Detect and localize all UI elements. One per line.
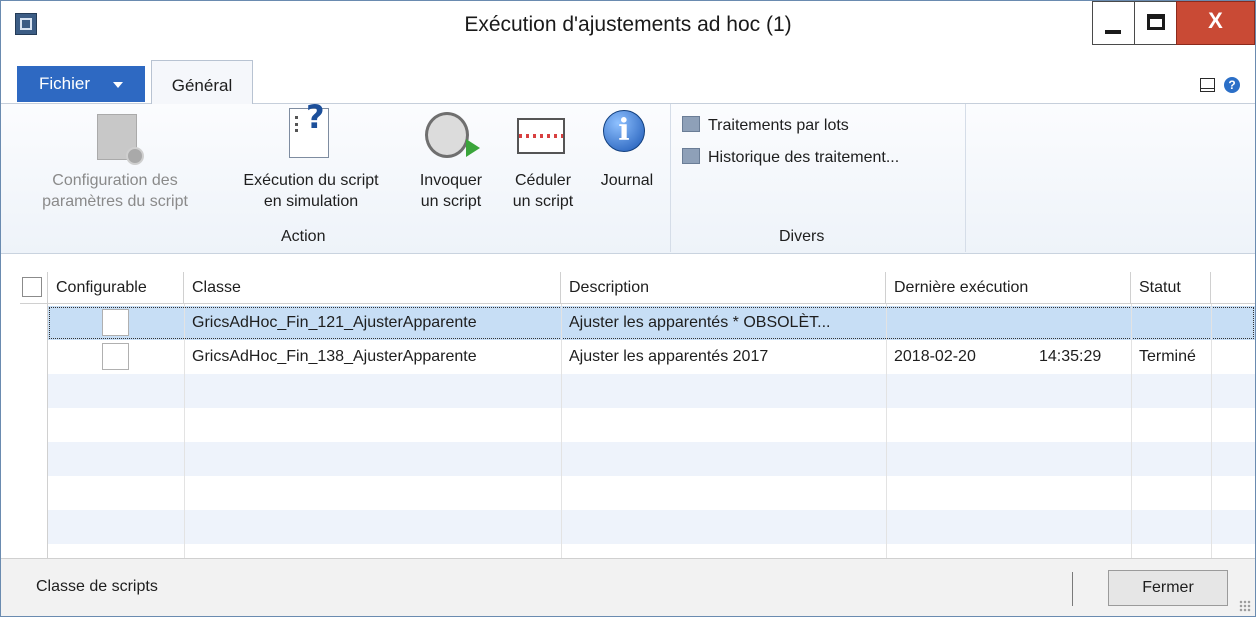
window-title: Exécution d'ajustements ad hoc (1) xyxy=(464,13,792,36)
empty-row xyxy=(48,510,1255,544)
journal-button[interactable]: Journal xyxy=(589,104,665,224)
main-window: Exécution d'ajustements ad hoc (1) X Fic… xyxy=(0,0,1256,617)
empty-row xyxy=(48,374,1255,408)
minimize-button[interactable] xyxy=(1092,1,1134,45)
configurable-checkbox[interactable] xyxy=(102,343,129,370)
tab-general[interactable]: Général xyxy=(151,60,253,105)
file-menu-label: Fichier xyxy=(39,74,91,93)
invoke-script-button[interactable]: Invoquer un script xyxy=(405,104,497,224)
cell-last-run-date: 2018-02-20 xyxy=(894,348,976,365)
maximize-button[interactable] xyxy=(1134,1,1176,45)
empty-row xyxy=(48,442,1255,476)
column-header-statut[interactable]: Statut xyxy=(1131,272,1211,304)
config-settings-icon xyxy=(97,114,144,165)
column-divider xyxy=(184,304,185,558)
ribbon-separator xyxy=(965,104,966,252)
invoke-label-1: Invoquer xyxy=(419,172,483,189)
fermer-button[interactable]: Fermer xyxy=(1108,570,1228,606)
ribbon-separator xyxy=(670,104,671,252)
column-header-description[interactable]: Description xyxy=(561,272,886,304)
action-group-label: Action xyxy=(281,228,326,245)
help-icon[interactable]: ? xyxy=(1224,77,1240,93)
status-bar: Classe de scripts Fermer xyxy=(1,558,1255,616)
resize-grip-icon[interactable] xyxy=(1239,600,1251,612)
calendar-icon xyxy=(517,118,565,154)
simulate-label-2: en simulation xyxy=(263,193,359,210)
title-bar: Exécution d'ajustements ad hoc (1) X xyxy=(1,1,1255,57)
cell-classe: GricsAdHoc_Fin_138_AjusterApparente xyxy=(192,348,477,365)
divers-group-label: Divers xyxy=(779,228,825,245)
menu-tab-strip: Fichier Général ? xyxy=(1,57,1255,105)
invoke-label-2: un script xyxy=(420,193,482,210)
script-config-label-2: paramètres du script xyxy=(42,193,188,210)
cell-classe: GricsAdHoc_Fin_121_AjusterApparente xyxy=(192,314,477,331)
configurable-checkbox[interactable] xyxy=(102,309,129,336)
column-header-configurable[interactable]: Configurable xyxy=(48,272,184,304)
schedule-script-button[interactable]: Céduler un script xyxy=(501,104,585,224)
schedule-label-2: un script xyxy=(512,193,574,210)
column-divider xyxy=(561,304,562,558)
batch-processing-label: Traitements par lots xyxy=(708,117,849,134)
app-icon[interactable] xyxy=(15,13,37,35)
cell-last-run-time: 14:35:29 xyxy=(1039,348,1102,365)
table-row[interactable]: GricsAdHoc_Fin_138_AjusterApparente Ajus… xyxy=(48,340,1255,374)
simulate-script-button[interactable]: Exécution du script en simulation xyxy=(225,104,397,224)
column-header-classe[interactable]: Classe xyxy=(184,272,561,304)
cell-description: Ajuster les apparentés * OBSOLÈT... xyxy=(569,314,831,331)
column-divider xyxy=(1211,304,1212,558)
panel-toggle-icon[interactable] xyxy=(1200,78,1215,92)
empty-row xyxy=(48,408,1255,442)
cell-statut: Terminé xyxy=(1139,348,1196,365)
cell-description: Ajuster les apparentés 2017 xyxy=(569,348,769,365)
file-menu-button[interactable]: Fichier xyxy=(17,66,145,102)
stopwatch-icon xyxy=(425,112,480,158)
close-window-button[interactable]: X xyxy=(1176,1,1255,45)
processing-history-label: Historique des traitement... xyxy=(708,149,900,166)
batch-processing-button[interactable]: Traitements par lots xyxy=(682,116,849,136)
checklist-question-icon xyxy=(289,107,329,158)
simulate-label-1: Exécution du script xyxy=(243,172,379,189)
script-config-label-1: Configuration des xyxy=(52,172,178,189)
batch-icon xyxy=(682,116,700,132)
ribbon: Configuration des paramètres du script E… xyxy=(1,104,1255,254)
script-config-button[interactable]: Configuration des paramètres du script xyxy=(27,104,203,224)
status-text: Classe de scripts xyxy=(36,578,158,595)
processing-history-button[interactable]: Historique des traitement... xyxy=(682,148,899,168)
schedule-label-1: Céduler xyxy=(514,172,572,189)
column-divider xyxy=(1131,304,1132,558)
status-separator xyxy=(1072,572,1073,606)
select-all-checkbox[interactable] xyxy=(22,277,42,297)
history-icon xyxy=(682,148,700,164)
empty-row xyxy=(48,476,1255,510)
chevron-down-icon xyxy=(113,82,123,88)
table-row[interactable]: GricsAdHoc_Fin_121_AjusterApparente Ajus… xyxy=(48,306,1255,340)
column-divider xyxy=(886,304,887,558)
grid-header: Configurable Classe Description Dernière… xyxy=(20,272,1255,304)
column-header-last-run[interactable]: Dernière exécution xyxy=(886,272,1131,304)
scripts-grid: Configurable Classe Description Dernière… xyxy=(20,272,1255,558)
info-icon xyxy=(603,110,645,152)
journal-label: Journal xyxy=(600,172,654,189)
